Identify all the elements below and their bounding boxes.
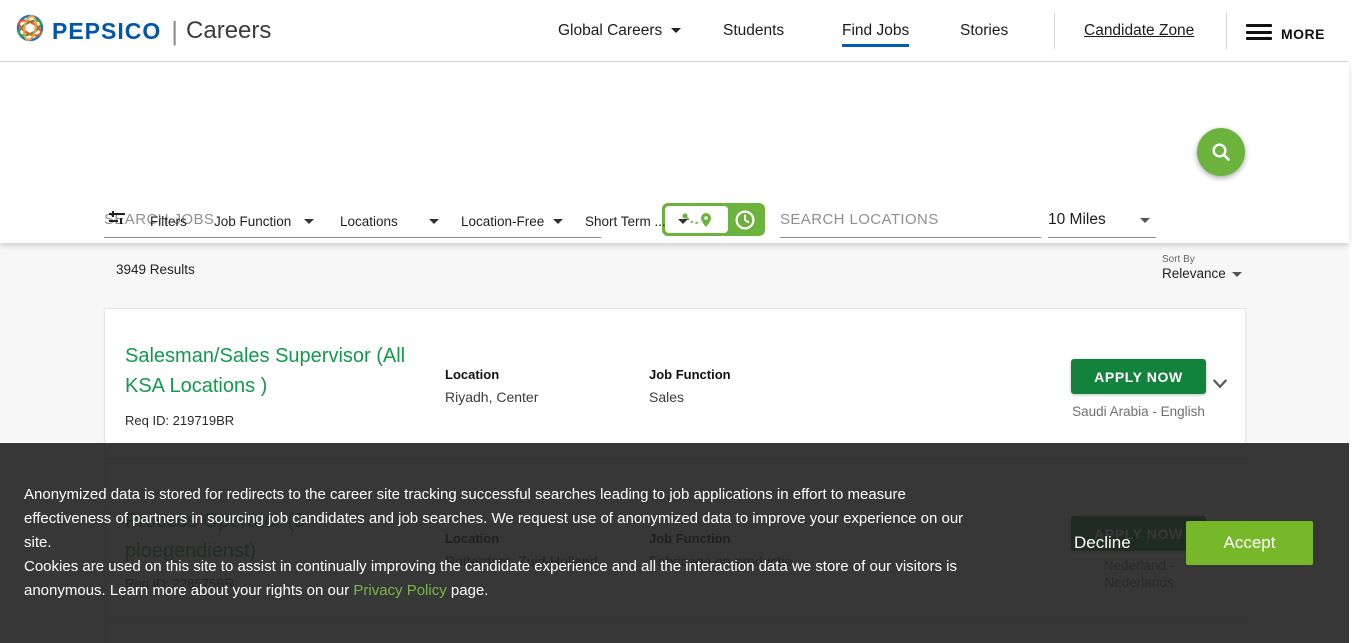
pepsico-careers-page: PEPSICO | Careers Global Careers Student…: [0, 0, 1366, 643]
filters-label[interactable]: Filters: [150, 214, 187, 229]
cookie-paragraph-2: Cookies are used on this site to assist …: [24, 558, 957, 599]
sort-value: Relevance: [1162, 266, 1226, 281]
logo-brand-text: PEPSICO: [52, 18, 161, 45]
radius-select[interactable]: 10 Miles: [1048, 202, 1156, 238]
results-area: 3949 Results Sort By Relevance Salesman/…: [0, 243, 1349, 643]
caret-down-icon: [304, 219, 314, 224]
search-button[interactable]: [1197, 128, 1245, 176]
nav-global-careers[interactable]: Global Careers: [558, 22, 681, 40]
recent-clock-toggle-option[interactable]: [728, 209, 762, 231]
job-req-id: Req ID: 219719BR: [125, 413, 234, 428]
pepsico-careers-logo[interactable]: PEPSICO | Careers: [14, 0, 271, 62]
results-count: 3949 Results: [116, 262, 195, 277]
page-content: PEPSICO | Careers Global Careers Student…: [0, 0, 1349, 643]
privacy-policy-link[interactable]: Privacy Policy: [353, 582, 446, 599]
nav-more[interactable]: MORE: [1281, 26, 1325, 42]
caret-down-icon: [429, 219, 439, 224]
job-card: Salesman/Sales Supervisor (All KSA Locat…: [104, 308, 1246, 458]
search-locations-input[interactable]: [780, 202, 1041, 238]
chevron-down-icon[interactable]: [1211, 375, 1229, 393]
cookie-banner-text: Anonymized data is stored for redirects …: [24, 483, 977, 603]
sort-by-label: Sort By: [1162, 254, 1242, 265]
filter-tune-icon[interactable]: [106, 207, 128, 229]
caret-down-icon: [671, 28, 681, 33]
accept-button[interactable]: Accept: [1186, 521, 1313, 565]
top-navigation-bar: PEPSICO | Careers Global Careers Student…: [0, 0, 1349, 62]
sort-control[interactable]: Sort By Relevance: [1162, 254, 1242, 281]
job-locale: Saudi Arabia - English: [1051, 403, 1226, 420]
cookie-paragraph-2-end: page.: [447, 582, 489, 599]
filter-job-function[interactable]: Job Function: [214, 214, 314, 229]
nav-divider: [1226, 13, 1227, 49]
caret-down-icon: [678, 219, 688, 224]
job-function-label: Job Function: [649, 367, 731, 382]
cookie-paragraph-1: Anonymized data is stored for redirects …: [24, 486, 963, 551]
location-value: Riyadh, Center: [445, 389, 538, 405]
caret-down-icon: [1232, 272, 1242, 277]
cookie-consent-banner: Anonymized data is stored for redirects …: [0, 443, 1349, 643]
job-function-value: Sales: [649, 389, 731, 405]
search-panel: 10 Miles Filters Job Function Locations …: [0, 62, 1349, 243]
clock-icon: [734, 209, 756, 231]
job-function-column: Job Function Sales: [649, 367, 731, 405]
nav-divider: [1054, 13, 1055, 49]
caret-down-icon: [553, 219, 563, 224]
nav-stories[interactable]: Stories: [960, 22, 1008, 40]
caret-down-icon: [1140, 218, 1150, 223]
logo-careers-text: Careers: [186, 17, 271, 45]
radius-value: 10 Miles: [1048, 211, 1106, 229]
logo-divider: |: [171, 16, 178, 47]
location-label: Location: [445, 367, 538, 382]
nav-candidate-zone[interactable]: Candidate Zone: [1084, 22, 1194, 40]
filter-locations[interactable]: Locations: [340, 214, 439, 229]
job-location-column: Location Riyadh, Center: [445, 367, 538, 405]
apply-now-button[interactable]: APPLY NOW: [1071, 359, 1206, 394]
nav-students[interactable]: Students: [723, 22, 784, 40]
search-icon: [1210, 141, 1232, 163]
job-title-link[interactable]: Salesman/Sales Supervisor (All KSA Locat…: [125, 341, 410, 401]
filter-location-free[interactable]: Location-Free: [461, 214, 563, 229]
globe-icon: [14, 12, 46, 44]
hamburger-icon[interactable]: [1246, 24, 1272, 40]
decline-button[interactable]: Decline: [1062, 527, 1143, 559]
nav-find-jobs-active[interactable]: Find Jobs: [842, 22, 909, 40]
filter-short-term[interactable]: Short Term ...: [585, 214, 688, 229]
